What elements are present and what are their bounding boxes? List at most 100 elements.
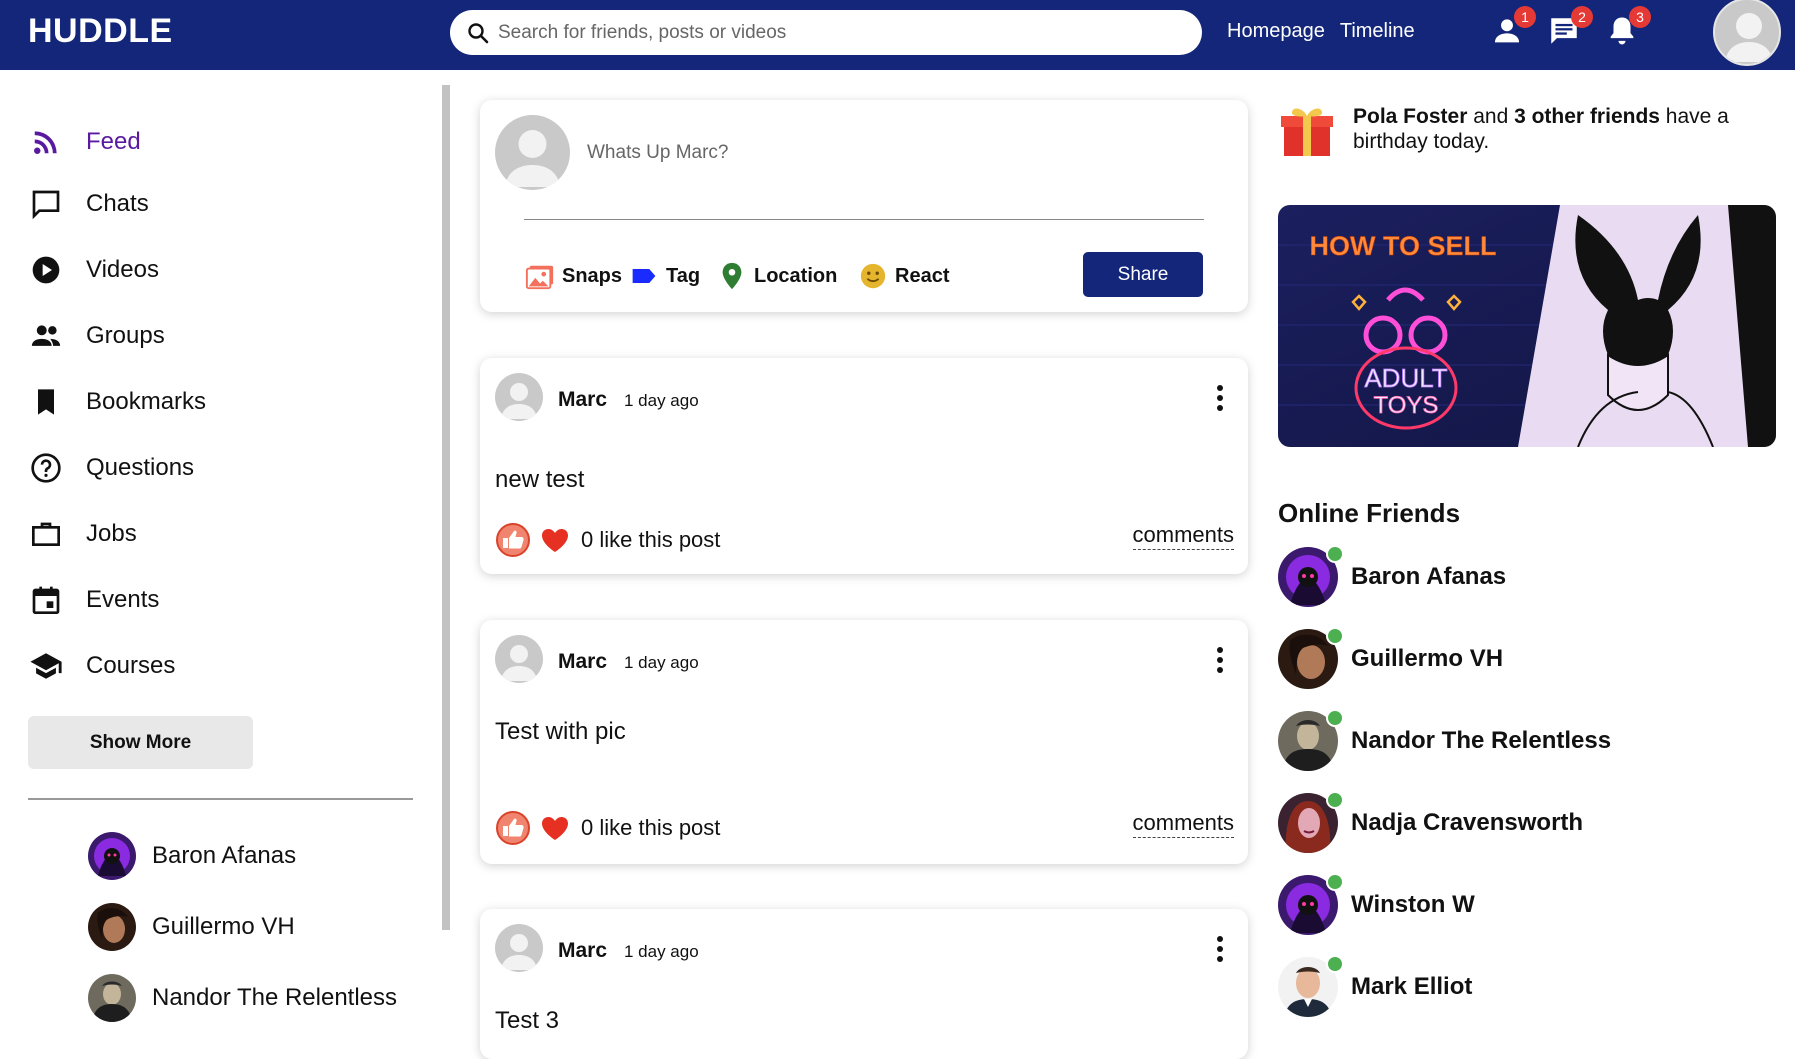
post-reactions: 0 like this post: [495, 810, 720, 846]
messages-button[interactable]: 2: [1547, 6, 1593, 52]
sidebar-friend[interactable]: Baron Afanas: [88, 831, 296, 881]
post-card: Marc 1 day ago Test with pic 0 like this…: [480, 620, 1248, 864]
sidebar-scrollbar[interactable]: [442, 85, 450, 930]
post-author[interactable]: Marc: [558, 650, 607, 674]
online-status-dot: [1326, 955, 1344, 973]
sidebar-item-videos[interactable]: Videos: [28, 248, 159, 292]
online-status-dot: [1326, 627, 1344, 645]
react-option[interactable]: React: [857, 260, 949, 292]
ad-banner[interactable]: HOW TO SELL ADULT TOYS: [1278, 205, 1776, 447]
more-vert-icon[interactable]: [1214, 933, 1226, 965]
comments-link[interactable]: comments: [1132, 522, 1234, 550]
composer-divider: [524, 219, 1204, 220]
post-text: Test 3: [495, 1007, 560, 1034]
like-icon[interactable]: [495, 810, 531, 846]
more-vert-icon[interactable]: [1214, 644, 1226, 676]
online-status-dot: [1326, 709, 1344, 727]
gift-icon: [1281, 108, 1333, 156]
birthday-name[interactable]: Pola Foster: [1353, 105, 1467, 128]
heart-icon[interactable]: [539, 812, 571, 844]
post-author-avatar[interactable]: [495, 924, 543, 972]
post-author-avatar[interactable]: [495, 635, 543, 683]
birthday-and: and: [1467, 105, 1515, 128]
friend-avatar: [88, 903, 136, 951]
like-count: 0 like this post: [581, 815, 721, 840]
friend-name: Mark Elliot: [1351, 973, 1473, 1000]
friend-name: Nandor The Relentless: [152, 984, 398, 1011]
comments-link[interactable]: comments: [1132, 810, 1234, 838]
online-friend[interactable]: Guillermo VH: [1278, 627, 1698, 689]
search-bar[interactable]: [450, 10, 1202, 55]
post-card: Marc 1 day ago new test 0 like this post…: [480, 358, 1248, 574]
sidebar-divider: [28, 798, 413, 800]
timeline-link[interactable]: Timeline: [1340, 20, 1415, 43]
friend-requests-badge: 1: [1514, 6, 1536, 28]
sidebar-item-courses[interactable]: Courses: [28, 644, 175, 688]
post-author-avatar[interactable]: [495, 373, 543, 421]
photo-icon: [524, 260, 556, 292]
sidebar-item-groups[interactable]: Groups: [28, 314, 165, 358]
top-links: Homepage Timeline: [1227, 20, 1415, 43]
search-input[interactable]: [498, 14, 1188, 51]
sidebar-item-label: Jobs: [86, 520, 137, 547]
tag-option[interactable]: Tag: [628, 260, 700, 292]
sidebar-item-chats[interactable]: Chats: [28, 182, 149, 226]
friend-name: Baron Afanas: [1351, 563, 1507, 590]
friend-name: Guillermo VH: [152, 913, 295, 940]
smiley-icon: [857, 260, 889, 292]
sidebar-item-feed[interactable]: Feed: [28, 120, 141, 164]
friend-avatar: [88, 832, 136, 880]
more-vert-icon[interactable]: [1214, 382, 1226, 414]
birthday-others[interactable]: 3 other friends: [1514, 105, 1660, 128]
location-option[interactable]: Location: [716, 260, 837, 292]
friend-requests-button[interactable]: 1: [1490, 6, 1536, 52]
heart-icon[interactable]: [539, 524, 571, 556]
online-friend[interactable]: Nadja Cravensworth: [1278, 791, 1698, 853]
sidebar-item-label: Videos: [86, 256, 159, 283]
sidebar-item-label: Questions: [86, 454, 195, 481]
online-status-dot: [1326, 545, 1344, 563]
ad-headline: HOW TO SELL: [1310, 231, 1497, 261]
sidebar-item-questions[interactable]: Questions: [28, 446, 194, 490]
sidebar-item-bookmarks[interactable]: Bookmarks: [28, 380, 206, 424]
online-status-dot: [1326, 873, 1344, 891]
post-composer: Snaps Tag Location React Share: [480, 100, 1248, 312]
birthday-message: Pola Foster and 3 other friends have a b…: [1353, 104, 1773, 154]
sidebar-item-label: Bookmarks: [86, 388, 207, 415]
online-status-dot: [1326, 791, 1344, 809]
composer-avatar: [495, 115, 570, 190]
bookmark-icon: [28, 384, 64, 420]
online-friend[interactable]: Nandor The Relentless: [1278, 709, 1698, 771]
sidebar-friend[interactable]: Guillermo VH: [88, 902, 295, 952]
snaps-option[interactable]: Snaps: [524, 260, 622, 292]
sidebar-friend[interactable]: Nandor The Relentless: [88, 973, 397, 1023]
show-more-button[interactable]: Show More: [28, 716, 253, 769]
friend-name: Baron Afanas: [152, 842, 297, 869]
post-time: 1 day ago: [624, 653, 699, 672]
sidebar-item-events[interactable]: Events: [28, 578, 159, 622]
online-friend[interactable]: Mark Elliot: [1278, 955, 1698, 1017]
composer-input[interactable]: [587, 142, 1187, 164]
sidebar-item-label: Events: [86, 586, 160, 613]
friend-name: Nandor The Relentless: [1351, 727, 1612, 754]
app-logo[interactable]: HUDDLE: [28, 12, 173, 51]
calendar-icon: [28, 582, 64, 618]
like-icon[interactable]: [495, 522, 531, 558]
sidebar-item-jobs[interactable]: Jobs: [28, 512, 137, 556]
share-button[interactable]: Share: [1083, 252, 1203, 297]
notifications-button[interactable]: 3: [1605, 6, 1651, 52]
homepage-link[interactable]: Homepage: [1227, 20, 1325, 43]
messages-badge: 2: [1571, 6, 1593, 28]
online-friend[interactable]: Winston W: [1278, 873, 1698, 935]
friend-name: Winston W: [1351, 891, 1475, 918]
post-card: Marc 1 day ago Test 3: [480, 909, 1248, 1059]
like-count: 0 like this post: [581, 527, 721, 552]
post-author[interactable]: Marc: [558, 939, 607, 963]
friend-name: Nadja Cravensworth: [1351, 809, 1584, 836]
ad-image: HOW TO SELL ADULT TOYS: [1278, 205, 1776, 447]
post-author[interactable]: Marc: [558, 388, 607, 412]
online-friend[interactable]: Baron Afanas: [1278, 545, 1698, 607]
online-friends-title: Online Friends: [1278, 498, 1461, 528]
search-icon: [468, 23, 489, 44]
user-avatar[interactable]: [1713, 0, 1781, 66]
